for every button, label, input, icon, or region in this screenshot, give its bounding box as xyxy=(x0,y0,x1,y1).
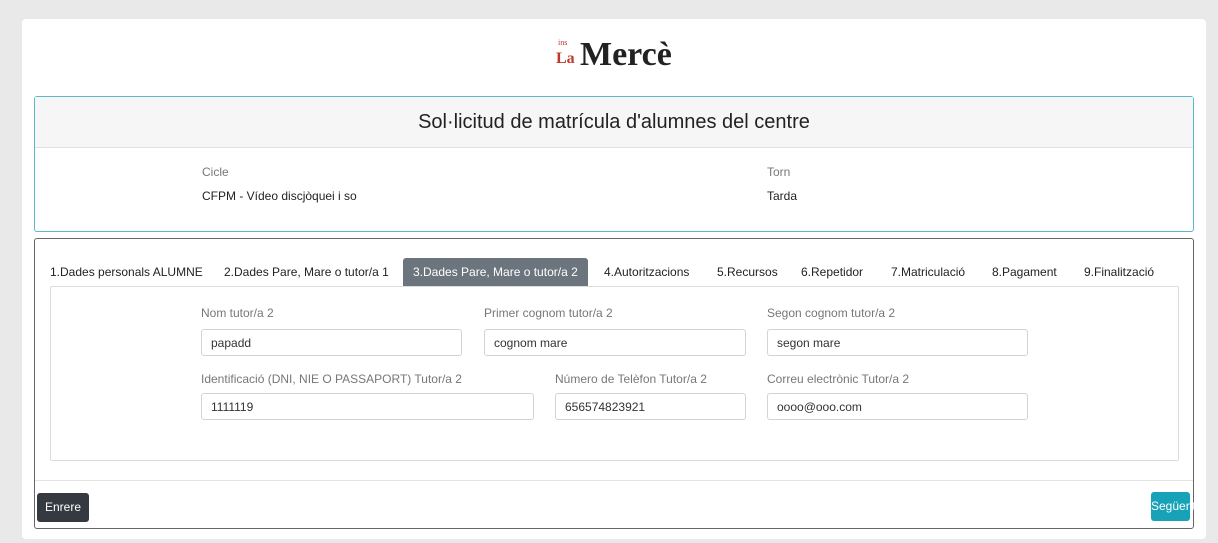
tab-pagament[interactable]: 8.Pagament xyxy=(992,258,1057,287)
next-button[interactable]: Següent xyxy=(1151,492,1196,521)
logo-image: ins La Mercè xyxy=(556,36,672,73)
torn-label: Torn xyxy=(767,165,791,179)
telefon-label: Número de Telèfon Tutor/a 2 xyxy=(555,372,707,386)
tab-repetidor[interactable]: 6.Repetidor xyxy=(801,258,863,287)
torn-value: Tarda xyxy=(767,189,798,203)
tab-dades-alumne[interactable]: 1.Dades personals ALUMNE xyxy=(50,258,203,287)
back-button[interactable]: Enrere xyxy=(37,493,89,522)
correu-input[interactable] xyxy=(767,393,1028,420)
identificacio-label: Identificació (DNI, NIE O PASSAPORT) Tut… xyxy=(201,372,462,386)
enrollment-summary-card: Sol·licitud de matrícula d'alumnes del c… xyxy=(34,96,1194,232)
svg-text:Mercè: Mercè xyxy=(580,36,672,73)
tab-dades-tutor-1[interactable]: 2.Dades Pare, Mare o tutor/a 1 xyxy=(224,258,389,287)
tab-autoritzacions[interactable]: 4.Autoritzacions xyxy=(604,258,689,287)
tab-recursos[interactable]: 5.Recursos xyxy=(717,258,778,287)
tab-bar: 1.Dades personals ALUMNE 2.Dades Pare, M… xyxy=(35,239,1193,287)
page-title: Sol·licitud de matrícula d'alumnes del c… xyxy=(35,97,1193,148)
footer-divider xyxy=(35,480,1193,481)
primer-cognom-label: Primer cognom tutor/a 2 xyxy=(484,306,613,320)
svg-text:La: La xyxy=(556,50,575,67)
nom-label: Nom tutor/a 2 xyxy=(201,306,274,320)
tab-matriculacio[interactable]: 7.Matriculació xyxy=(891,258,965,287)
correu-label: Correu electrònic Tutor/a 2 xyxy=(767,372,910,386)
school-logo: ins La Mercè xyxy=(550,25,682,79)
nom-input[interactable] xyxy=(201,329,462,356)
tab-finalitzacio[interactable]: 9.Finalització xyxy=(1084,258,1154,287)
primer-cognom-input[interactable] xyxy=(484,329,746,356)
form-card: 1.Dades personals ALUMNE 2.Dades Pare, M… xyxy=(34,238,1196,529)
page-container: ins La Mercè Sol·licitud de matrícula d'… xyxy=(22,19,1206,539)
tutor-2-form: Nom tutor/a 2 Primer cognom tutor/a 2 Se… xyxy=(50,286,1179,461)
tab-dades-tutor-2[interactable]: 3.Dades Pare, Mare o tutor/a 2 xyxy=(403,258,588,287)
identificacio-input[interactable] xyxy=(201,393,534,420)
cicle-value: CFPM - Vídeo discjòquei i so xyxy=(202,189,357,203)
svg-text:ins: ins xyxy=(558,38,567,47)
segon-cognom-input[interactable] xyxy=(767,329,1028,356)
cicle-label: Cicle xyxy=(202,165,229,179)
segon-cognom-label: Segon cognom tutor/a 2 xyxy=(767,306,896,320)
telefon-input[interactable] xyxy=(555,393,746,420)
